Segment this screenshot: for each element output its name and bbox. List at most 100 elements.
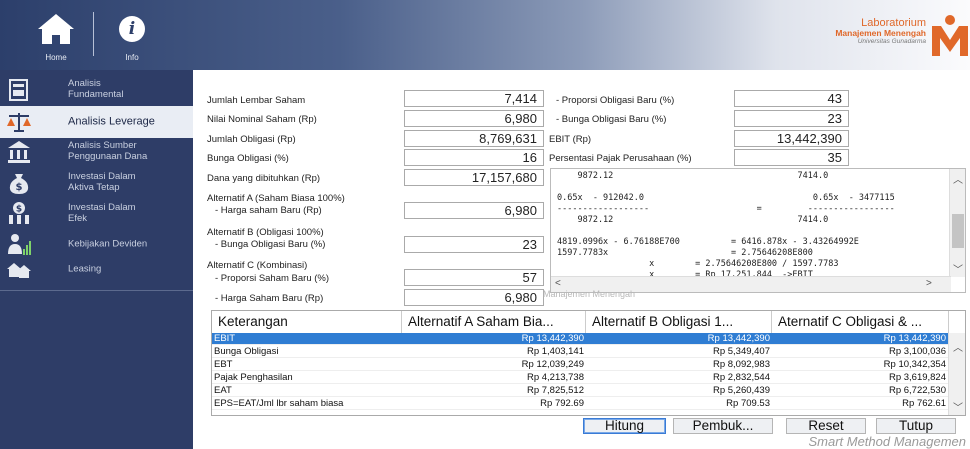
- cell-alt-a: Rp 12,039,249: [521, 359, 584, 370]
- cell-keterangan: Pajak Penghasilan: [214, 372, 293, 383]
- home-button[interactable]: Home: [34, 10, 78, 62]
- cell-keterangan: EBT: [214, 359, 233, 370]
- bunga-obligasi-baru-input[interactable]: 23: [734, 110, 849, 127]
- table-row[interactable]: EPS=EAT/Jml lbr saham biasa Rp 792.69 Rp…: [212, 398, 949, 410]
- cell-alt-b: Rp 5,349,407: [712, 346, 770, 357]
- jumlah-lembar-saham-label: Jumlah Lembar Saham: [207, 95, 306, 106]
- sidebar-item-aktiva-tetap[interactable]: $ Investasi Dalam Aktiva Tetap: [0, 167, 193, 199]
- money-bag-icon: $: [9, 174, 29, 194]
- jumlah-obligasi-input[interactable]: 8,769,631: [404, 130, 544, 147]
- table-header-alt-a[interactable]: Alternatif A Saham Bia...: [402, 311, 586, 333]
- cell-keterangan: EAT: [214, 385, 232, 396]
- cell-alt-b: Rp 709.53: [726, 398, 770, 409]
- calc-scroll-thumb[interactable]: [952, 214, 964, 248]
- cell-alt-a: Rp 4,213,738: [526, 372, 584, 383]
- lab-title: Laboratorium Manajemen Menengah Universi…: [835, 17, 926, 46]
- nilai-nominal-saham-label: Nilai Nominal Saham (Rp): [207, 114, 317, 125]
- nav-separator: [93, 12, 94, 56]
- table-header-keterangan[interactable]: Keterangan: [212, 311, 402, 333]
- table-row[interactable]: EBT Rp 12,039,249 Rp 8,092,983 Rp 10,342…: [212, 359, 949, 371]
- table-row[interactable]: Pajak Penghasilan Rp 4,213,738 Rp 2,832,…: [212, 372, 949, 384]
- bank-icon: [8, 141, 30, 163]
- sidebar-item-leasing[interactable]: Leasing: [0, 254, 193, 286]
- alt-c-harga-saham-label: - Harga Saham Baru (Rp): [215, 293, 324, 304]
- cell-alt-a: Rp 1,403,141: [526, 346, 584, 357]
- sidebar-item-investasi-efek[interactable]: $ Investasi Dalam Efek: [0, 198, 193, 230]
- scroll-down-icon[interactable]: ﹀: [953, 399, 963, 414]
- pajak-input[interactable]: 35: [734, 149, 849, 166]
- table-row[interactable]: EAT Rp 7,825,512 Rp 5,260,439 Rp 6,722,5…: [212, 385, 949, 397]
- cell-alt-b: Rp 5,260,439: [712, 385, 770, 396]
- alt-b-bunga-input[interactable]: 23: [404, 236, 544, 253]
- calc-vertical-scrollbar[interactable]: ︿ ﹀: [949, 169, 965, 277]
- calculation-output[interactable]: 9872.12 7414.0 0.65x - 912042.0 0.65x - …: [550, 168, 966, 293]
- jumlah-lembar-saham-input[interactable]: 7,414: [404, 90, 544, 107]
- table-header-alt-c[interactable]: Aternatif C Obligasi & ...: [772, 311, 949, 333]
- jumlah-obligasi-label: Jumlah Obligasi (Rp): [207, 134, 296, 145]
- alt-b-bunga-label: - Bunga Obligasi Baru (%): [215, 239, 326, 250]
- scroll-left-icon[interactable]: <: [555, 278, 561, 289]
- table-row[interactable]: Bunga Obligasi Rp 1,403,141 Rp 5,349,407…: [212, 346, 949, 358]
- reset-button[interactable]: Reset: [786, 418, 866, 434]
- scroll-right-icon[interactable]: >: [926, 278, 932, 289]
- proporsi-obligasi-input[interactable]: 43: [734, 90, 849, 107]
- cell-alt-c: Rp 3,619,824: [888, 372, 946, 383]
- sidebar-item-label: Investasi Dalam Efek: [68, 202, 136, 224]
- cell-keterangan: EBIT: [214, 333, 236, 344]
- pajak-label: Persentasi Pajak Perusahaan (%): [549, 153, 692, 164]
- info-label: Info: [125, 53, 139, 62]
- hitung-button[interactable]: Hitung: [583, 418, 666, 434]
- svg-text:$: $: [16, 205, 22, 215]
- info-button[interactable]: i Info: [110, 10, 154, 62]
- cell-alt-b: Rp 2,832,544: [712, 372, 770, 383]
- tutup-button[interactable]: Tutup: [876, 418, 956, 434]
- cell-alt-a: Rp 792.69: [540, 398, 584, 409]
- bunga-obligasi-label: Bunga Obligasi (%): [207, 153, 289, 164]
- sidebar-item-analisis-leverage[interactable]: Analisis Leverage: [0, 106, 193, 138]
- alt-a-harga-input[interactable]: 6,980: [404, 202, 544, 219]
- ebit-input[interactable]: 13,442,390: [734, 130, 849, 147]
- cell-alt-b: Rp 8,092,983: [712, 359, 770, 370]
- home-icon: [38, 14, 74, 44]
- table-vertical-scrollbar[interactable]: ︿ ﹀: [948, 333, 965, 415]
- bunga-obligasi-baru-label: - Bunga Obligasi Baru (%): [556, 114, 667, 125]
- sidebar-item-label: Analisis Sumber Penggunaan Dana: [68, 140, 148, 162]
- cell-alt-c: Rp 10,342,354: [883, 359, 946, 370]
- watermark-text: Manajemen Menengah: [543, 289, 636, 299]
- lab-line3: Universitas Gunadarma: [857, 38, 926, 46]
- cell-alt-a: Rp 7,825,512: [526, 385, 584, 396]
- cell-keterangan: EPS=EAT/Jml lbr saham biasa: [214, 398, 344, 409]
- sidebar: Analisis Fundamental Analisis Leverage A…: [0, 70, 193, 449]
- cell-alt-a: Rp 13,442,390: [521, 333, 584, 344]
- scroll-down-icon[interactable]: ﹀: [953, 261, 963, 276]
- sidebar-item-analisis-fundamental[interactable]: Analisis Fundamental: [0, 74, 193, 106]
- sidebar-item-sumber-dana[interactable]: Analisis Sumber Penggunaan Dana: [0, 136, 193, 168]
- scroll-up-icon[interactable]: ︿: [953, 339, 963, 354]
- newspaper-icon: [9, 79, 28, 101]
- bunga-obligasi-input[interactable]: 16: [404, 149, 544, 166]
- result-table: Keterangan Alternatif A Saham Bia... Alt…: [211, 310, 966, 416]
- cell-keterangan: Bunga Obligasi: [214, 346, 279, 357]
- sidebar-item-label: Analisis Fundamental: [68, 78, 124, 100]
- houses-icon: [7, 263, 31, 278]
- building-dollar-icon: $: [9, 202, 29, 224]
- scroll-up-icon[interactable]: ︿: [953, 171, 963, 186]
- alternatif-c-label: Alternatif C (Kombinasi): [207, 260, 308, 271]
- home-label: Home: [45, 53, 67, 62]
- cell-alt-c: Rp 762.61: [902, 398, 946, 409]
- cell-alt-b: Rp 13,442,390: [707, 333, 770, 344]
- table-row[interactable]: EBIT Rp 13,442,390 Rp 13,442,390 Rp 13,4…: [212, 333, 949, 345]
- lab-line2: Manajemen Menengah: [835, 28, 926, 39]
- calculation-text: 9872.12 7414.0 0.65x - 912042.0 0.65x - …: [557, 171, 895, 280]
- nilai-nominal-saham-input[interactable]: 6,980: [404, 110, 544, 127]
- cell-alt-c: Rp 6,722,530: [888, 385, 946, 396]
- dana-dibutuhkan-input[interactable]: 17,157,680: [404, 169, 544, 186]
- pembuktian-button[interactable]: Pembuk...: [673, 418, 773, 434]
- table-header-alt-b[interactable]: Alternatif B Obligasi 1...: [586, 311, 772, 333]
- app-header: Home i Info Laboratorium Manajemen Menen…: [0, 0, 970, 70]
- balance-scale-icon: [7, 113, 31, 132]
- alt-c-harga-saham-input[interactable]: 6,980: [404, 289, 544, 306]
- dana-dibutuhkan-label: Dana yang dibituhkan (Rp): [207, 173, 321, 184]
- alt-c-proporsi-saham-input[interactable]: 57: [404, 269, 544, 286]
- sidebar-item-label: Leasing: [68, 263, 102, 275]
